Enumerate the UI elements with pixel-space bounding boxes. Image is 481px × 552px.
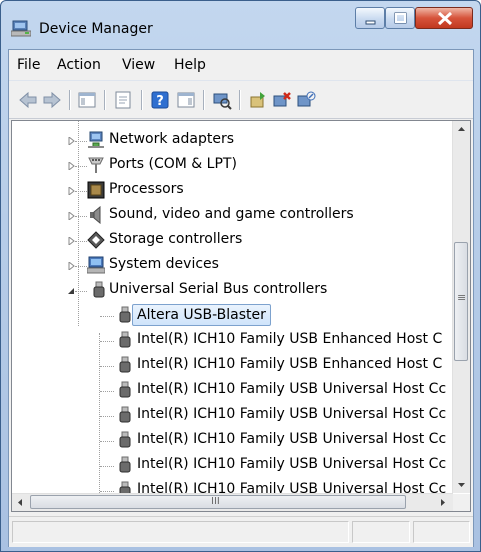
system-device-icon <box>87 256 105 274</box>
expand-arrow-icon[interactable] <box>67 137 75 145</box>
tree-item-label: Ports (COM & LPT) <box>109 156 237 172</box>
scroll-corner <box>453 494 470 511</box>
scroll-up-arrow-icon[interactable] <box>453 121 470 138</box>
minimize-button[interactable] <box>355 7 385 29</box>
expand-arrow-icon[interactable] <box>67 262 75 270</box>
minimize-icon <box>365 20 376 25</box>
client-area: File Action View Help ? Network adapters… <box>8 49 474 547</box>
scroll-grip: ≡ <box>457 291 467 304</box>
tree-item-label: Intel(R) ICH10 Family USB Enhanced Host … <box>137 356 443 372</box>
vertical-scroll-thumb[interactable]: ≡ <box>454 242 468 361</box>
vertical-scrollbar[interactable]: ≡ <box>452 121 470 493</box>
tree-item-label: Universal Serial Bus controllers <box>109 281 328 297</box>
tree-item-label: Intel(R) ICH10 Family USB Universal Host… <box>137 406 447 422</box>
device-manager-window: Device Manager File Action View Help ? N… <box>0 0 481 552</box>
menu-action[interactable]: Action <box>57 57 101 73</box>
window-title: Device Manager <box>39 21 153 37</box>
tree-item-label: Sound, video and game controllers <box>109 206 354 222</box>
usb-device-icon <box>119 456 131 473</box>
close-icon <box>437 11 453 26</box>
tree-item-label: System devices <box>109 256 219 272</box>
usb-device-icon <box>119 431 131 448</box>
device-tree[interactable]: Network adapters Ports (COM & LPT) Proce… <box>11 120 471 512</box>
usb-device-icon <box>119 381 131 398</box>
scan-hardware-icon[interactable] <box>212 90 232 110</box>
scroll-right-arrow-icon[interactable] <box>434 494 451 511</box>
show-hide-console-tree-icon[interactable] <box>77 90 97 110</box>
tree-item-label: Network adapters <box>109 131 234 147</box>
device-manager-icon <box>11 20 31 37</box>
status-pane-main <box>12 521 349 543</box>
usb-device-icon <box>119 331 131 348</box>
forward-icon[interactable] <box>42 90 62 110</box>
expand-arrow-icon[interactable] <box>67 187 75 195</box>
tree-item-label: Intel(R) ICH10 Family USB Universal Host… <box>137 381 447 397</box>
collapse-arrow-icon[interactable] <box>67 287 75 295</box>
menu-file[interactable]: File <box>17 57 40 73</box>
maximize-icon <box>394 12 407 24</box>
maximize-button[interactable] <box>385 7 415 29</box>
update-driver-icon[interactable] <box>248 90 268 110</box>
title-bar[interactable]: Device Manager <box>1 1 480 49</box>
tree-item-label: Altera USB-Blaster <box>132 304 271 326</box>
disable-device-icon[interactable] <box>296 90 316 110</box>
scroll-grip: III <box>211 496 220 507</box>
status-pane-2 <box>352 521 410 543</box>
network-adapter-icon <box>88 131 104 148</box>
tree-item-label: Intel(R) ICH10 Family USB Universal Host… <box>137 431 447 447</box>
svg-text:?: ? <box>156 94 164 109</box>
expand-arrow-icon[interactable] <box>67 162 75 170</box>
menu-view[interactable]: View <box>122 57 155 73</box>
help-icon[interactable]: ? <box>150 90 170 110</box>
menu-help[interactable]: Help <box>174 57 206 73</box>
horizontal-scrollbar[interactable]: III <box>12 493 453 511</box>
scroll-down-arrow-icon[interactable] <box>453 476 470 493</box>
expand-arrow-icon[interactable] <box>67 237 75 245</box>
expand-arrow-icon[interactable] <box>67 212 75 220</box>
close-button[interactable] <box>415 7 473 29</box>
usb-icon <box>93 281 105 298</box>
status-pane-3 <box>413 521 470 543</box>
toolbar: ? <box>9 81 473 119</box>
menu-bar: File Action View Help <box>9 50 473 81</box>
back-icon[interactable] <box>18 90 38 110</box>
port-icon <box>88 157 104 173</box>
status-bar <box>9 516 473 547</box>
horizontal-scroll-thumb[interactable]: III <box>30 495 406 509</box>
tree-item-label: Processors <box>109 181 184 197</box>
storage-controller-icon <box>87 231 105 249</box>
scroll-left-arrow-icon[interactable] <box>12 494 29 511</box>
usb-device-icon <box>119 406 131 423</box>
speaker-icon <box>90 206 101 224</box>
tree-item-label: Intel(R) ICH10 Family USB Enhanced Host … <box>137 331 443 347</box>
processor-icon <box>87 181 105 199</box>
properties-icon[interactable] <box>113 90 133 110</box>
uninstall-icon[interactable] <box>272 90 292 110</box>
tree-item-label: Intel(R) ICH10 Family USB Universal Host… <box>137 456 447 472</box>
usb-device-icon <box>119 356 131 373</box>
action-pane-icon[interactable] <box>176 90 196 110</box>
tree-item-label: Storage controllers <box>109 231 243 247</box>
